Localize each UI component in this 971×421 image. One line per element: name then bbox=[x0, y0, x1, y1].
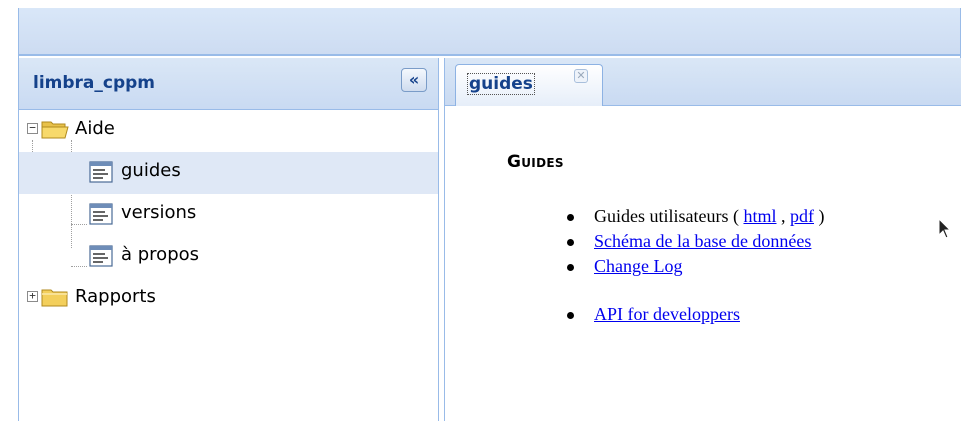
document-icon bbox=[89, 203, 113, 225]
tree-node-guides[interactable]: guides bbox=[19, 152, 438, 194]
content-panel: guides ✕ Guides Guides utilisateurs ( ht… bbox=[444, 58, 961, 421]
folder-icon bbox=[41, 289, 68, 307]
page-heading: Guides bbox=[507, 152, 564, 172]
tree-node-versions[interactable]: versions bbox=[19, 194, 438, 236]
text-separator: , bbox=[776, 206, 790, 226]
close-icon[interactable]: ✕ bbox=[574, 69, 588, 83]
tree-node-a-propos[interactable]: à propos bbox=[19, 236, 438, 278]
tab-label: guides bbox=[467, 73, 535, 95]
open-folder-icon bbox=[41, 121, 69, 139]
bullet-icon bbox=[567, 264, 574, 271]
tab-strip: guides ✕ bbox=[445, 58, 961, 106]
api-developers-link[interactable]: API for developpers bbox=[594, 304, 740, 325]
top-banner bbox=[19, 8, 960, 56]
tree-node-label: guides bbox=[121, 160, 181, 181]
tree-node-label: versions bbox=[121, 202, 197, 223]
bullet-icon bbox=[567, 312, 574, 319]
text-prefix: Guides utilisateurs ( bbox=[594, 206, 744, 226]
double-chevron-left-icon: « bbox=[408, 70, 420, 89]
list-item: Guides utilisateurs ( html , pdf ) bbox=[567, 206, 947, 232]
bullet-icon bbox=[567, 239, 574, 246]
tab-guides[interactable]: guides ✕ bbox=[455, 64, 603, 106]
list-item: API for developpers bbox=[567, 304, 947, 330]
pdf-guide-link[interactable]: pdf bbox=[790, 206, 814, 226]
list-item-text: Guides utilisateurs ( html , pdf ) bbox=[594, 206, 825, 227]
tree-node-label: Aide bbox=[75, 118, 115, 139]
change-log-link[interactable]: Change Log bbox=[594, 256, 682, 277]
mouse-pointer-icon bbox=[938, 218, 952, 239]
database-schema-link[interactable]: Schéma de la base de données bbox=[594, 231, 811, 252]
tree-node-label: à propos bbox=[121, 244, 200, 265]
tree-node-label: Rapports bbox=[75, 286, 156, 307]
tree-node-aide[interactable]: − Aide bbox=[19, 110, 438, 152]
list-item: Change Log bbox=[567, 256, 947, 282]
bullet-icon bbox=[567, 214, 574, 221]
navigation-panel: limbra_cppm « − Aide guides versions à p… bbox=[19, 58, 439, 421]
expand-node-icon[interactable]: + bbox=[27, 290, 38, 302]
document-icon bbox=[89, 161, 113, 183]
text-suffix: ) bbox=[814, 206, 825, 226]
list-item: Schéma de la base de données bbox=[567, 231, 947, 257]
navigation-panel-header: limbra_cppm « bbox=[19, 58, 438, 110]
tree-node-rapports[interactable]: + Rapports bbox=[19, 278, 438, 320]
document-icon bbox=[89, 245, 113, 267]
collapse-panel-button[interactable]: « bbox=[401, 68, 427, 92]
panel-title: limbra_cppm bbox=[33, 73, 156, 93]
html-guide-link[interactable]: html bbox=[743, 206, 776, 226]
collapse-node-icon[interactable]: − bbox=[27, 122, 38, 134]
